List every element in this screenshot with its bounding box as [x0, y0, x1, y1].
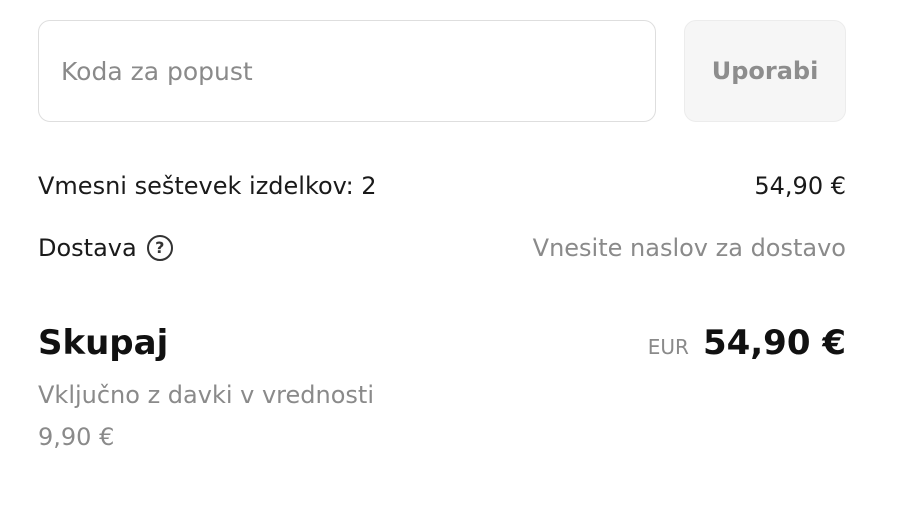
- question-circle-icon[interactable]: ?: [146, 235, 173, 261]
- shipping-label-group: Dostava ?: [38, 234, 173, 262]
- tax-note: Vključno z davki v vrednosti 9,90 €: [38, 374, 418, 458]
- shipping-row: Dostava ? Vnesite naslov za dostavo: [38, 228, 846, 268]
- checkout-summary: Uporabi Vmesni seštevek izdelkov: 2 54,9…: [0, 0, 900, 520]
- total-row: Skupaj EUR 54,90 €: [38, 318, 846, 368]
- discount-code-field[interactable]: [38, 20, 656, 122]
- discount-code-input[interactable]: [61, 21, 655, 121]
- apply-discount-button[interactable]: Uporabi: [684, 20, 846, 122]
- total-amount: 54,90 €: [702, 323, 846, 363]
- subtotal-value: 54,90 €: [754, 172, 846, 200]
- total-label: Skupaj: [38, 323, 169, 363]
- subtotal-label: Vmesni seštevek izdelkov: 2: [38, 172, 377, 200]
- tax-note-text: Vključno z davki v vrednosti: [38, 381, 374, 409]
- shipping-value: Vnesite naslov za dostavo: [532, 234, 846, 262]
- total-value-group: EUR 54,90 €: [648, 323, 846, 363]
- shipping-label: Dostava: [38, 234, 137, 262]
- tax-note-amount: 9,90 €: [38, 423, 115, 451]
- currency-code: EUR: [647, 335, 689, 359]
- subtotal-row: Vmesni seštevek izdelkov: 2 54,90 €: [38, 166, 846, 206]
